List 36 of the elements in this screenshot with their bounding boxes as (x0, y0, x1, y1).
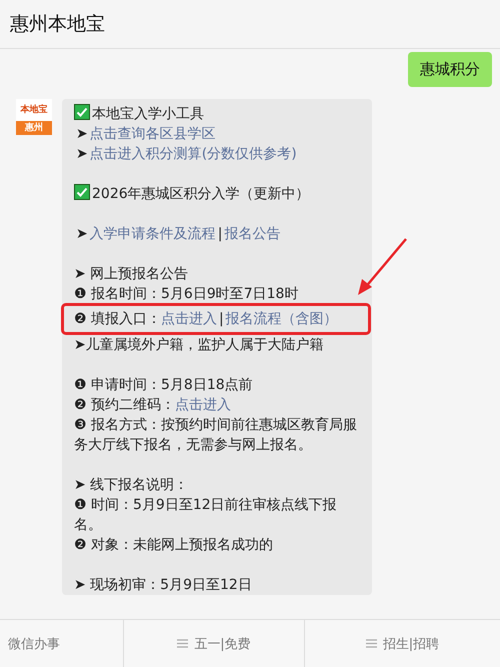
message-text: ❶ 时间：5月9日至12日前往审核点线下报名。 (74, 497, 337, 533)
menu-tab[interactable]: 招生|招聘 (304, 620, 500, 667)
message-link[interactable]: 点击查询各区县学区 (90, 126, 216, 142)
menu-tab[interactable]: 五一|免费 (123, 620, 304, 667)
sent-message: 惠城积分 (408, 52, 492, 87)
avatar-logo: 本地宝 惠州 (16, 99, 52, 135)
message-text: ❷ 预约二维码： (74, 397, 176, 413)
message-text: ❸ 报名方式：按预约时间前往惠城区教育局服务大厅线下报名，无需参与网上报名。 (74, 417, 358, 453)
message-text: ➤ 网上预报名公告 (74, 266, 188, 282)
message-text: ❶ 报名时间：5月6日9时至7日18时 (74, 286, 298, 302)
menu-icon (177, 639, 188, 648)
message-link[interactable]: 报名流程（含图） (226, 311, 338, 327)
message-text: ❶ 申请时间：5月8日18点前 (74, 377, 253, 393)
message-text: ➤儿童属境外户籍，监护人属于大陆户籍 (74, 337, 324, 353)
message-link[interactable]: 入学申请条件及流程 (90, 226, 216, 242)
message-text: ➤ (76, 226, 88, 242)
message-text: ➤ 现场初审：5月9日至12日 (74, 577, 252, 593)
message-text: ➤ (76, 146, 88, 162)
message-text: ➤ (76, 126, 88, 142)
arrow-icon (356, 237, 408, 297)
message-link[interactable]: 点击进入 (161, 311, 218, 327)
menu-tab[interactable]: 微信办事 (0, 620, 123, 667)
message-text: 本地宝入学小工具 (92, 106, 204, 122)
checkbox-icon (74, 184, 90, 200)
message-text: 2026年惠城区积分入学（更新中） (92, 186, 310, 202)
checkbox-icon (74, 104, 90, 120)
message-text: | (218, 226, 222, 242)
message-text: ➤ 线下报名说明： (74, 477, 188, 493)
message-text: ❷ 填报入口： (74, 311, 162, 327)
message-link[interactable]: 点击进入 (175, 397, 232, 413)
menu-icon (366, 639, 377, 648)
message-text: ❷ 对象：未能网上预报名成功的 (74, 537, 274, 553)
message-link[interactable]: 报名公告 (224, 226, 280, 242)
message-text: | (219, 311, 224, 327)
chat-title: 惠州本地宝 (10, 12, 105, 37)
message-link[interactable]: 点击进入积分测算(分数仅供参考) (90, 146, 297, 162)
